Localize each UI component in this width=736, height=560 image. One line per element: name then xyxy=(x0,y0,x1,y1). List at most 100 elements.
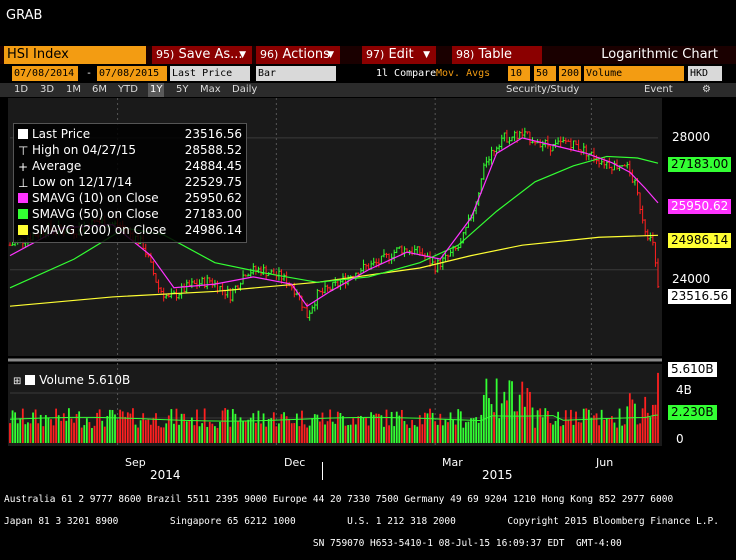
tab-5y[interactable]: 5Y xyxy=(176,83,188,97)
volume-bar xyxy=(429,408,431,443)
volume-bar xyxy=(485,378,488,443)
compare-label[interactable]: 1l Compare xyxy=(376,66,436,81)
volume-bar xyxy=(324,424,326,443)
volume-bar xyxy=(265,426,268,443)
field-select[interactable]: Last Price xyxy=(170,66,250,81)
volume-bar xyxy=(354,424,357,443)
volume-bar xyxy=(334,423,337,443)
tab-6m[interactable]: 6M xyxy=(92,83,107,97)
volume-bar xyxy=(365,417,367,443)
volume-bar xyxy=(472,418,475,443)
volume-bar xyxy=(306,427,309,443)
tab-1d[interactable]: 1D xyxy=(14,83,28,97)
volume-bar xyxy=(385,409,388,443)
legend-row-sma50: SMAVG (50) on Close 27183.00 xyxy=(18,207,242,222)
volume-bar xyxy=(395,411,398,443)
volume-bar xyxy=(108,409,111,443)
volume-bar xyxy=(610,416,613,443)
x-year-2014: 2014 xyxy=(150,468,181,482)
volume-bar xyxy=(426,413,429,443)
volume-bar xyxy=(621,425,624,443)
volume-bar xyxy=(249,417,252,443)
box-white-icon xyxy=(18,129,28,139)
save-as-button[interactable]: 95) Save As... ▼ xyxy=(152,46,252,64)
volume-bar xyxy=(78,411,81,443)
volume-bar xyxy=(567,419,570,443)
sma50-tag: 27183.00 xyxy=(668,157,732,172)
volume-bar xyxy=(380,415,383,443)
volume-bar xyxy=(480,414,483,443)
box-green-icon xyxy=(18,209,28,219)
ma2-field[interactable]: 50 xyxy=(534,66,556,81)
volume-bar xyxy=(173,423,175,443)
volume-bar xyxy=(375,413,378,443)
volume-bar xyxy=(288,419,291,443)
volume-bar xyxy=(224,408,227,443)
volume-bar xyxy=(493,412,495,443)
volume-bar xyxy=(552,424,554,443)
volume-bar xyxy=(185,421,188,443)
lower-study-select[interactable]: Volume xyxy=(584,66,684,81)
volume-sma-tag: 2.230B xyxy=(668,405,717,420)
volume-bar xyxy=(503,391,506,443)
volume-bar xyxy=(336,411,339,443)
currency-select[interactable]: HKD xyxy=(688,66,722,81)
volume-bar xyxy=(618,408,621,443)
tab-1m[interactable]: 1M xyxy=(66,83,81,97)
end-date-field[interactable]: 07/08/2015 xyxy=(97,66,167,81)
volume-bar xyxy=(518,394,521,443)
volume-bar xyxy=(157,425,160,443)
volume-bar xyxy=(641,408,644,443)
volume-bar xyxy=(634,403,636,443)
volume-bar xyxy=(434,421,437,443)
security-study-button[interactable]: Security/Study xyxy=(506,83,579,97)
volume-bar xyxy=(362,417,365,443)
volume-bar xyxy=(600,409,603,443)
edit-button[interactable]: 97) Edit ▼ xyxy=(362,46,436,64)
volume-bar xyxy=(465,422,467,443)
ticker-field[interactable]: HSI Index xyxy=(4,46,146,64)
sma10-tag: 25950.62 xyxy=(668,199,732,214)
actions-button[interactable]: 96) Actions ▼ xyxy=(256,46,340,64)
volume-bar xyxy=(83,425,86,443)
volume-bar xyxy=(293,423,296,443)
legend-value: 23516.56 xyxy=(184,127,242,141)
tab-1y[interactable]: 1Y xyxy=(148,83,165,97)
expand-icon[interactable]: ⊞ xyxy=(13,376,21,387)
volume-bar xyxy=(162,427,165,443)
volume-bar xyxy=(344,425,347,443)
mov-avgs-label[interactable]: Mov. Avgs xyxy=(436,66,490,81)
event-button[interactable]: Event xyxy=(644,83,673,97)
table-button[interactable]: 98) Table xyxy=(452,46,542,64)
gear-icon[interactable]: ⚙ xyxy=(702,83,711,97)
volume-bar xyxy=(488,398,490,443)
volume-bar xyxy=(11,410,14,443)
ma1-field[interactable]: 10 xyxy=(508,66,530,81)
footer-line-2: Japan 81 3 3201 8900 Singapore 65 6212 1… xyxy=(4,516,719,527)
volume-bar xyxy=(21,408,24,443)
style-select[interactable]: Bar xyxy=(256,66,336,81)
tab-ytd[interactable]: YTD xyxy=(118,83,138,97)
volume-bar xyxy=(587,409,590,443)
volume-bar xyxy=(467,421,470,443)
footer-text: Australia 61 2 9777 8600 Brazil 5511 239… xyxy=(4,483,719,560)
volume-bar xyxy=(47,418,50,443)
volume-bar xyxy=(39,414,42,443)
tab-3d[interactable]: 3D xyxy=(40,83,54,97)
volume-legend-value: 5.610B xyxy=(87,373,131,387)
volume-bar xyxy=(91,427,93,443)
legend-row-average: + Average 24884.45 xyxy=(18,159,242,174)
volume-bar xyxy=(178,424,180,443)
frequency-select[interactable]: Daily xyxy=(232,83,257,97)
start-date-field[interactable]: 07/08/2014 xyxy=(12,66,78,81)
volume-bar xyxy=(608,418,611,443)
volume-bar xyxy=(137,427,139,443)
volume-bar xyxy=(44,415,47,443)
volume-bar xyxy=(398,415,401,443)
volume-bar xyxy=(183,413,186,443)
volume-bar xyxy=(85,418,88,443)
volume-bar xyxy=(57,415,60,443)
tab-max[interactable]: Max xyxy=(200,83,221,97)
ma3-field[interactable]: 200 xyxy=(559,66,581,81)
volume-bar xyxy=(508,380,511,443)
